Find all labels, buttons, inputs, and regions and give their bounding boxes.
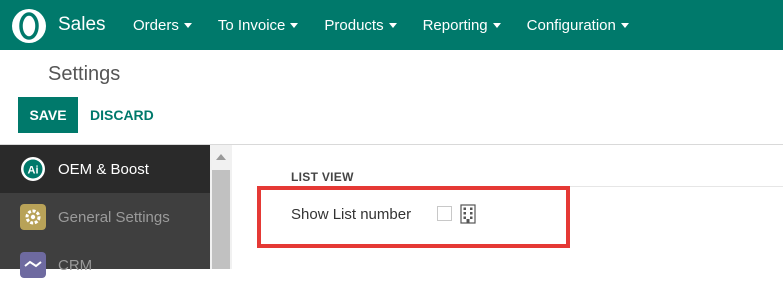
menu-reporting-label: Reporting xyxy=(422,16,488,34)
menu-reporting[interactable]: Reporting xyxy=(410,0,514,50)
menu-to-invoice[interactable]: To Invoice xyxy=(205,0,312,50)
handshake-icon xyxy=(20,252,46,278)
menu-products-label: Products xyxy=(324,16,384,34)
sidebar-item-oem-boost[interactable]: Ai OEM & Boost xyxy=(0,145,210,193)
caret-down-icon xyxy=(290,22,299,28)
section-title: LIST VIEW xyxy=(291,170,354,184)
settings-sidebar: Ai OEM & Boost General Settings CRM xyxy=(0,145,210,278)
app-logo-icon[interactable] xyxy=(12,9,46,43)
caret-down-icon xyxy=(620,22,629,28)
main-menu: Orders To Invoice Products Reporting Con… xyxy=(120,0,642,50)
caret-down-icon xyxy=(492,22,501,28)
sidebar-item-general-settings[interactable]: General Settings xyxy=(0,193,210,241)
sidebar-item-crm[interactable]: CRM xyxy=(0,241,210,289)
sidebar-item-label: General Settings xyxy=(58,208,170,226)
scrollbar-thumb[interactable] xyxy=(212,170,230,269)
menu-configuration-label: Configuration xyxy=(526,16,616,34)
top-navbar: Sales Orders To Invoice Products Reporti… xyxy=(0,0,783,50)
discard-button[interactable]: DISCARD xyxy=(90,97,154,133)
caret-down-icon xyxy=(183,22,192,28)
save-button[interactable]: SAVE xyxy=(18,97,78,133)
show-list-number-checkbox[interactable] xyxy=(437,206,452,221)
breadcrumb: Settings xyxy=(48,63,121,85)
sidebar-item-label: OEM & Boost xyxy=(58,160,149,178)
menu-orders[interactable]: Orders xyxy=(120,0,205,50)
svg-text:Ai: Ai xyxy=(28,165,39,177)
caret-down-icon xyxy=(388,22,397,28)
menu-orders-label: Orders xyxy=(133,16,179,34)
scroll-up-arrow-icon[interactable] xyxy=(216,154,226,160)
sidebar-item-label: CRM xyxy=(58,256,93,274)
gear-icon xyxy=(20,204,46,230)
menu-products[interactable]: Products xyxy=(311,0,409,50)
building-icon xyxy=(460,204,476,224)
oem-boost-icon: Ai xyxy=(21,157,45,181)
app-name[interactable]: Sales xyxy=(58,14,106,36)
menu-configuration[interactable]: Configuration xyxy=(514,0,642,50)
show-list-number-label: Show List number xyxy=(291,206,412,223)
menu-to-invoice-label: To Invoice xyxy=(217,16,286,34)
